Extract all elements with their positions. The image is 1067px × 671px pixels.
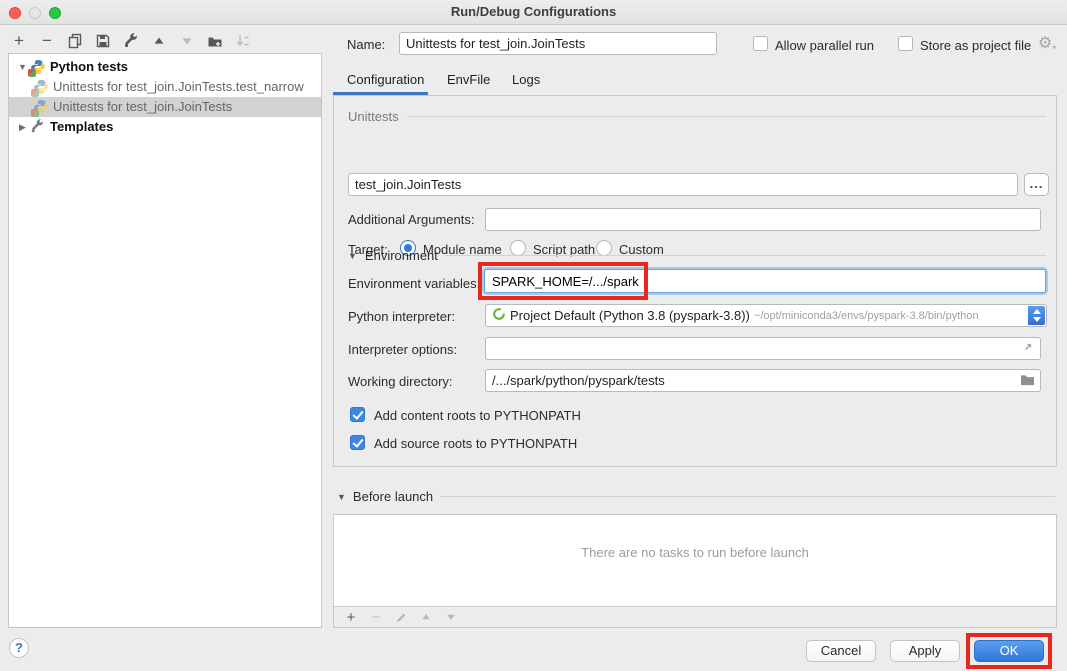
copy-configuration-icon[interactable]	[64, 30, 86, 52]
additional-arguments-label: Additional Arguments:	[348, 212, 474, 227]
move-task-down-icon[interactable]	[443, 609, 459, 625]
collapse-environment-icon[interactable]: ▼	[348, 251, 357, 261]
python-interpreter-label: Python interpreter:	[348, 309, 455, 324]
edit-task-icon[interactable]	[393, 609, 409, 625]
gear-dropdown-arrow-icon: ▾	[1052, 43, 1056, 52]
interpreter-value: Project Default (Python 3.8 (pyspark-3.8…	[510, 308, 750, 323]
environment-variables-label: Environment variables:	[348, 276, 480, 291]
create-folder-icon[interactable]	[204, 30, 226, 52]
expand-field-icon[interactable]	[1022, 341, 1034, 356]
tree-item-label: Templates	[50, 117, 113, 137]
allow-parallel-run-checkbox[interactable]	[753, 36, 768, 51]
add-configuration-icon[interactable]: +	[8, 30, 30, 52]
environment-variables-input[interactable]	[484, 269, 1046, 293]
help-button[interactable]: ?	[9, 638, 29, 658]
tab-configuration[interactable]: Configuration	[347, 68, 424, 92]
add-source-roots-checkbox[interactable]	[350, 435, 365, 450]
add-task-icon[interactable]: +	[343, 609, 359, 625]
name-label: Name:	[347, 37, 385, 52]
collapsed-arrow-icon[interactable]: ▶	[17, 117, 28, 137]
browse-folder-icon[interactable]	[1020, 373, 1035, 389]
tab-logs[interactable]: Logs	[512, 68, 540, 92]
move-down-icon[interactable]	[176, 30, 198, 52]
environment-group-header[interactable]: ▼ Environment	[348, 248, 1046, 263]
tree-item-templates[interactable]: ▶ Templates	[9, 117, 321, 137]
allow-parallel-run-label: Allow parallel run	[775, 38, 874, 53]
module-name-input[interactable]	[348, 173, 1018, 196]
titlebar: Run/Debug Configurations	[0, 0, 1067, 25]
tree-item-label: Unittests for test_join.JoinTests.test_n…	[53, 77, 304, 97]
store-settings-gear-icon[interactable]: ⚙▾	[1038, 33, 1056, 53]
move-task-up-icon[interactable]	[418, 609, 434, 625]
remove-configuration-icon[interactable]: −	[36, 30, 58, 52]
configurations-tree: ▼ Python tests Unittests for test_join.J…	[8, 53, 322, 628]
before-launch-label: Before launch	[353, 489, 433, 504]
before-launch-header[interactable]: ▼ Before launch	[337, 489, 1055, 504]
tab-envfile[interactable]: EnvFile	[447, 68, 490, 92]
before-launch-toolbar: + −	[333, 607, 1057, 628]
store-as-project-file-label: Store as project file	[920, 38, 1031, 53]
add-content-roots-checkbox[interactable]	[350, 407, 365, 422]
configurations-toolbar: + −	[8, 29, 254, 53]
test-overlay-icon	[28, 69, 36, 77]
window-title: Run/Debug Configurations	[0, 4, 1067, 19]
tree-item-label: Python tests	[50, 57, 128, 77]
tree-item-unittests-test-narrow[interactable]: Unittests for test_join.JoinTests.test_n…	[9, 77, 321, 97]
run-debug-configurations-dialog: Run/Debug Configurations + − ▼	[0, 0, 1067, 671]
tree-item-label: Unittests for test_join.JoinTests	[53, 97, 232, 117]
unittests-group-header: Unittests	[348, 109, 1046, 124]
working-directory-label: Working directory:	[348, 374, 453, 389]
sort-configurations-icon[interactable]	[232, 30, 254, 52]
interpreter-path: ~/opt/miniconda3/envs/pyspark-3.8/bin/py…	[754, 310, 979, 322]
cancel-button[interactable]: Cancel	[806, 640, 876, 662]
test-overlay-icon	[31, 109, 39, 117]
save-configuration-icon[interactable]	[92, 30, 114, 52]
remove-task-icon[interactable]: −	[368, 609, 384, 625]
additional-arguments-input[interactable]	[485, 208, 1041, 231]
add-content-roots-label: Add content roots to PYTHONPATH	[374, 408, 581, 423]
python-interpreter-select[interactable]: Project Default (Python 3.8 (pyspark-3.8…	[485, 304, 1047, 327]
edit-templates-wrench-icon[interactable]	[120, 30, 142, 52]
interpreter-dropdown-stepper[interactable]	[1028, 306, 1045, 325]
test-overlay-icon	[31, 89, 39, 97]
browse-module-button[interactable]: ...	[1024, 173, 1049, 196]
add-source-roots-label: Add source roots to PYTHONPATH	[374, 436, 577, 451]
before-launch-task-list: There are no tasks to run before launch	[333, 514, 1057, 607]
python-tests-icon	[30, 59, 46, 75]
before-launch-empty-text: There are no tasks to run before launch	[334, 545, 1056, 560]
ok-button[interactable]: OK	[974, 640, 1044, 662]
move-up-icon[interactable]	[148, 30, 170, 52]
templates-wrench-icon	[30, 119, 46, 135]
interpreter-options-input[interactable]	[485, 337, 1041, 360]
apply-button[interactable]: Apply	[890, 640, 960, 662]
unittests-group-label: Unittests	[348, 109, 399, 124]
tree-item-python-tests[interactable]: ▼ Python tests	[9, 57, 321, 77]
python-test-icon	[33, 99, 49, 115]
python-test-icon	[33, 79, 49, 95]
environment-group-label: Environment	[365, 248, 438, 263]
working-directory-input[interactable]	[485, 369, 1041, 392]
collapse-before-launch-icon[interactable]: ▼	[337, 492, 346, 502]
interpreter-options-label: Interpreter options:	[348, 342, 457, 357]
tree-item-unittests-jointests[interactable]: Unittests for test_join.JoinTests	[9, 97, 321, 117]
expanded-arrow-icon[interactable]: ▼	[17, 57, 28, 77]
interpreter-env-icon	[492, 307, 506, 324]
store-as-project-file-checkbox[interactable]	[898, 36, 913, 51]
name-input[interactable]	[399, 32, 717, 55]
